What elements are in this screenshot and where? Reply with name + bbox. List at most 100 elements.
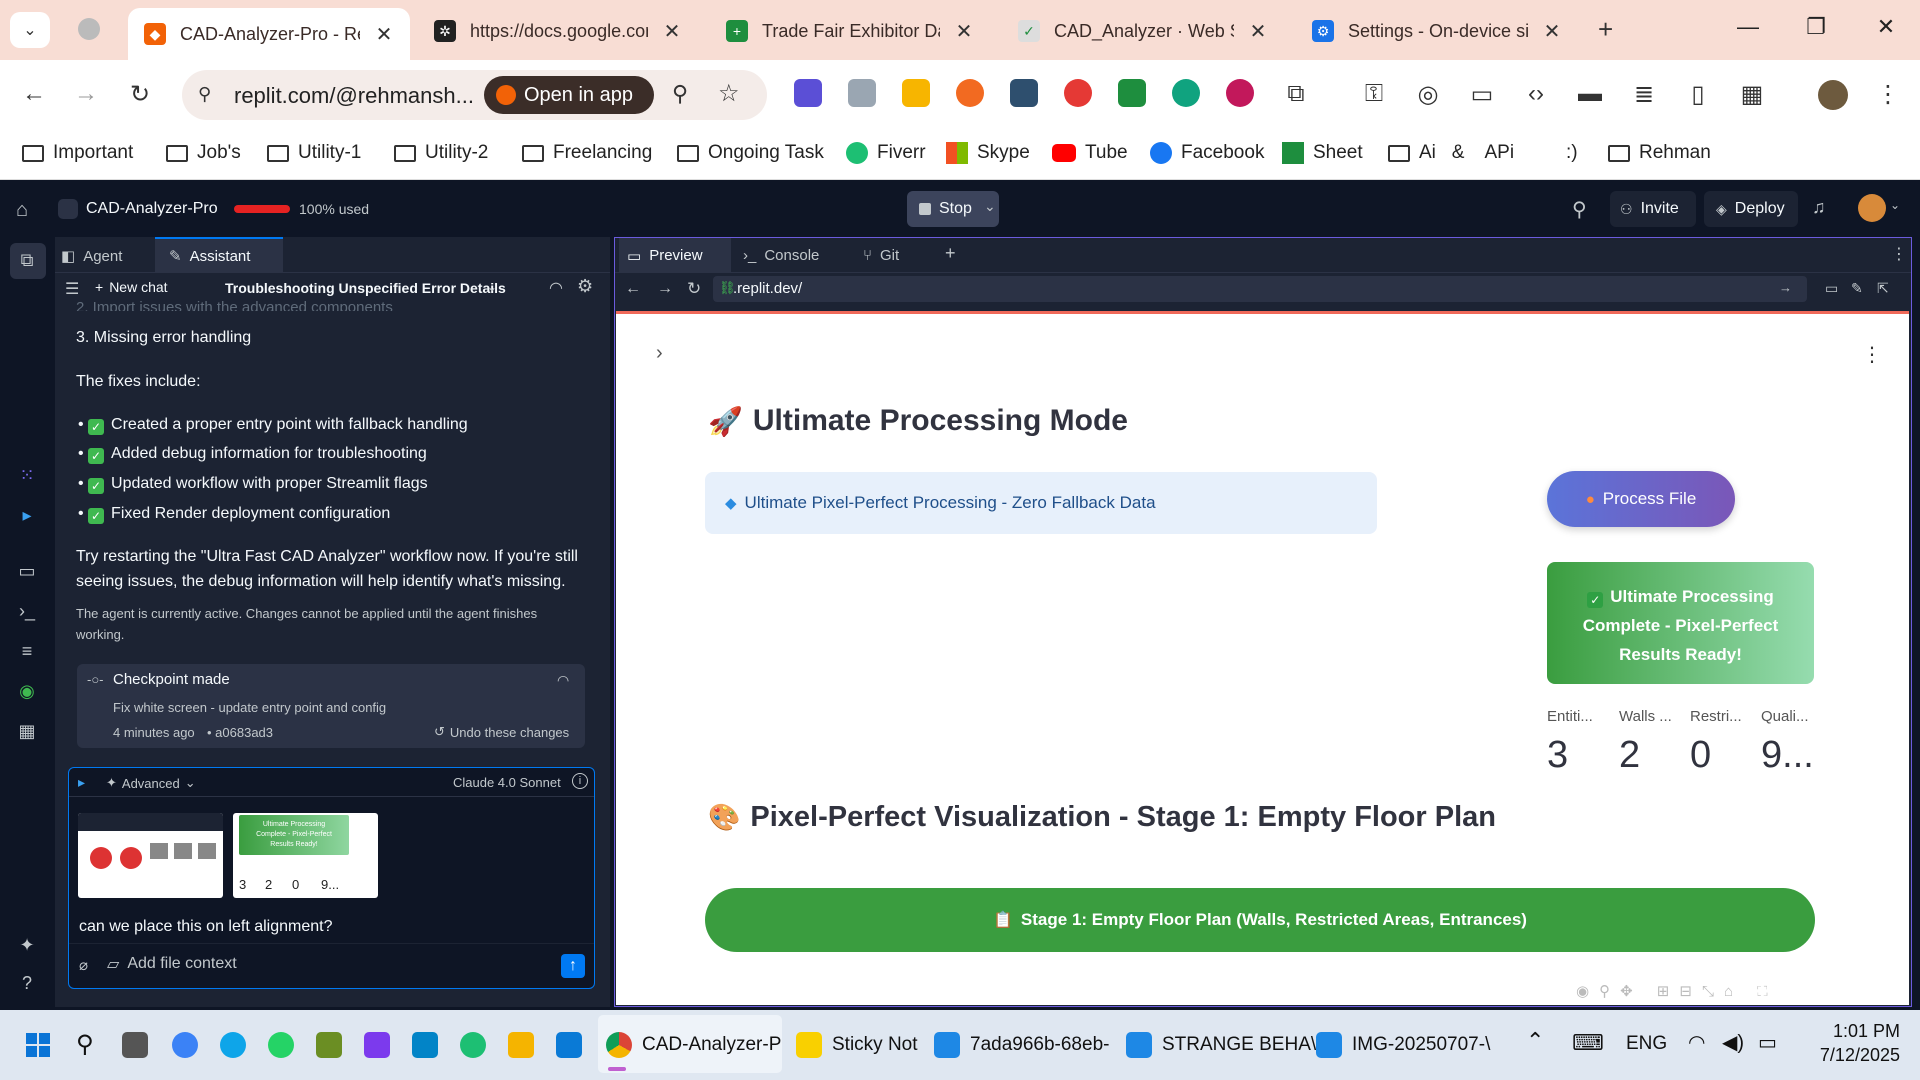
tab-google-docs[interactable]: ✲ https://docs.google.con ✕	[418, 10, 698, 52]
bookmark-sheet[interactable]: Sheet	[1282, 138, 1363, 168]
tab-search-button[interactable]: ⌄	[10, 12, 50, 48]
extension-icon[interactable]	[1064, 79, 1092, 107]
send-button[interactable]: ↑	[561, 954, 585, 978]
fiverr-icon[interactable]	[460, 1032, 486, 1058]
deploy-icon[interactable]: ◉	[16, 681, 38, 703]
close-icon[interactable]: ✕	[954, 19, 974, 44]
new-chat-button[interactable]: + New chat	[95, 279, 168, 295]
app-icon[interactable]	[172, 1032, 198, 1058]
menu-kebab-icon[interactable]: ⋮	[1870, 76, 1906, 112]
chat-input[interactable]: can we place this on left alignment?	[79, 918, 332, 936]
chevron-down-icon[interactable]: ⌄	[984, 198, 996, 215]
bookmark-skype[interactable]: Skype	[946, 138, 1030, 168]
bookmark-rehman[interactable]: Rehman	[1608, 138, 1711, 168]
card-icon[interactable]: ▬	[1572, 76, 1608, 112]
bookmark-fiverr[interactable]: Fiverr	[846, 138, 926, 168]
tab-trade-fair[interactable]: + Trade Fair Exhibitor Dat ✕	[710, 10, 990, 52]
chevron-down-icon[interactable]: ⌄	[487, 280, 497, 294]
tab-web-service[interactable]: ✓ CAD_Analyzer · Web Se ✕	[1002, 10, 1284, 52]
list-icon[interactable]: ≣	[1626, 76, 1662, 112]
apps-icon[interactable]: ▦	[16, 721, 38, 743]
project-name[interactable]: CAD-Analyzer-Pro	[86, 200, 218, 218]
preview-address-bar[interactable]: ⛓ .replit.dev/ →	[713, 276, 1807, 302]
tab-agent[interactable]: ◧ Agent	[61, 243, 122, 269]
info-icon[interactable]: i	[572, 773, 588, 789]
model-selector[interactable]: Claude 4.0 Sonnet	[453, 775, 561, 790]
close-icon[interactable]: ✕	[662, 19, 682, 44]
extension-icon[interactable]	[902, 79, 930, 107]
menu-kebab-icon[interactable]: ⋮	[1862, 342, 1882, 367]
chevron-up-icon[interactable]: ⌃	[1526, 1028, 1544, 1054]
puzzle-icon[interactable]: ⧉	[1278, 76, 1314, 112]
edge-icon[interactable]	[220, 1032, 246, 1058]
restore-icon[interactable]: ❐	[1796, 14, 1836, 40]
bookmark-ongoing-task[interactable]: Ongoing Task	[677, 138, 824, 168]
sidebar-expand-icon[interactable]: ›	[656, 342, 663, 365]
database-icon[interactable]: ≡	[16, 641, 38, 663]
globe-icon[interactable]	[78, 18, 100, 40]
bell-icon[interactable]: ♫	[1812, 197, 1826, 218]
taskbar-item-sticky[interactable]: Sticky Not	[796, 1030, 918, 1060]
close-icon[interactable]: ✕	[374, 22, 394, 47]
volume-icon[interactable]: ◀)	[1722, 1030, 1744, 1055]
bookmark-freelancing[interactable]: Freelancing	[522, 138, 652, 168]
address-bar[interactable]: ⚲ replit.com/@rehmansh... Open in app ⚲ …	[182, 70, 767, 120]
help-icon[interactable]: ?	[16, 973, 38, 995]
reading-icon[interactable]: ▯	[1680, 76, 1716, 112]
folder-icon[interactable]	[508, 1032, 534, 1058]
tab-cad-analyzer[interactable]: ◆ CAD-Analyzer-Pro - Re ✕	[128, 8, 410, 60]
bookmark-important[interactable]: Important	[22, 138, 133, 168]
search-icon[interactable]: ⚲	[1572, 197, 1587, 222]
taskbar-item-strange[interactable]: STRANGE BEHA\	[1126, 1030, 1316, 1060]
grid-dots-icon[interactable]: ⁙	[16, 465, 38, 487]
forward-icon[interactable]: →	[68, 76, 104, 112]
chevron-down-icon[interactable]: ⌄	[1890, 198, 1900, 212]
close-icon[interactable]: ✕	[1248, 19, 1268, 44]
thread-title[interactable]: Troubleshooting Unspecified Error Detail…	[225, 280, 506, 296]
sidepanel-icon[interactable]: ▦	[1734, 76, 1770, 112]
external-link-icon[interactable]: ⇱	[1877, 280, 1889, 297]
devices-icon[interactable]: ▭	[1464, 76, 1500, 112]
language-indicator[interactable]: ENG	[1626, 1033, 1667, 1055]
shell-icon[interactable]: ›_	[16, 601, 38, 623]
reload-icon[interactable]: ↻	[687, 279, 701, 299]
bookmark-utility-1[interactable]: Utility-1	[267, 138, 361, 168]
devices-icon[interactable]: ▭	[1825, 280, 1838, 297]
url-text[interactable]: replit.com/@rehmansh...	[234, 83, 474, 109]
vscode-icon[interactable]	[556, 1032, 582, 1058]
keyboard-icon[interactable]: ⌨	[1572, 1030, 1604, 1056]
back-icon[interactable]: ←	[625, 280, 641, 298]
bookmark-utility-2[interactable]: Utility-2	[394, 138, 488, 168]
extension-icon[interactable]	[1172, 79, 1200, 107]
taskbar-item-img[interactable]: IMG-20250707-\	[1316, 1030, 1490, 1060]
extension-icon[interactable]	[956, 79, 984, 107]
whatsapp-icon[interactable]	[268, 1032, 294, 1058]
clock-time[interactable]: 1:01 PM	[1830, 1021, 1900, 1042]
app-icon[interactable]	[316, 1032, 342, 1058]
reload-icon[interactable]: ↻	[122, 76, 158, 112]
bookmark-tube[interactable]: Tube	[1052, 138, 1128, 168]
camera-icon[interactable]: ◎	[1410, 76, 1446, 112]
battery-icon[interactable]: ▭	[1758, 1030, 1777, 1055]
taskbar-item-image[interactable]: 7ada966b-68eb-	[934, 1030, 1109, 1060]
forward-icon[interactable]: →	[657, 280, 673, 298]
sparkle-icon[interactable]: ✦	[16, 935, 38, 957]
profile-avatar[interactable]	[1818, 80, 1848, 110]
new-tab-icon[interactable]: +	[1598, 14, 1613, 45]
undo-button[interactable]: ↺ Undo these changes	[434, 724, 569, 740]
close-icon[interactable]: ✕	[1542, 19, 1562, 44]
task-view-icon[interactable]	[122, 1032, 148, 1058]
windows-start-icon[interactable]	[26, 1033, 50, 1057]
bookmark-star-icon[interactable]: ☆	[718, 79, 740, 108]
home-icon[interactable]: ⌂	[16, 199, 28, 222]
avatar[interactable]	[1858, 194, 1886, 222]
key-icon[interactable]: ⚿	[1356, 76, 1392, 112]
code-icon[interactable]: ‹›	[1518, 76, 1554, 112]
wrench-icon[interactable]: ✎	[1851, 280, 1863, 297]
plot-toolbar[interactable]: ◉⚲✥ ⊞⊟⤡⌂ ⛶	[1576, 982, 1778, 1000]
wifi-icon[interactable]: ◠	[1688, 1030, 1705, 1055]
gauge-icon[interactable]: ◠	[549, 278, 563, 298]
tab-git[interactable]: ⑂ Git	[855, 238, 935, 273]
extension-icon[interactable]	[1010, 79, 1038, 107]
deploy-button[interactable]: ◈ Deploy	[1704, 191, 1798, 227]
